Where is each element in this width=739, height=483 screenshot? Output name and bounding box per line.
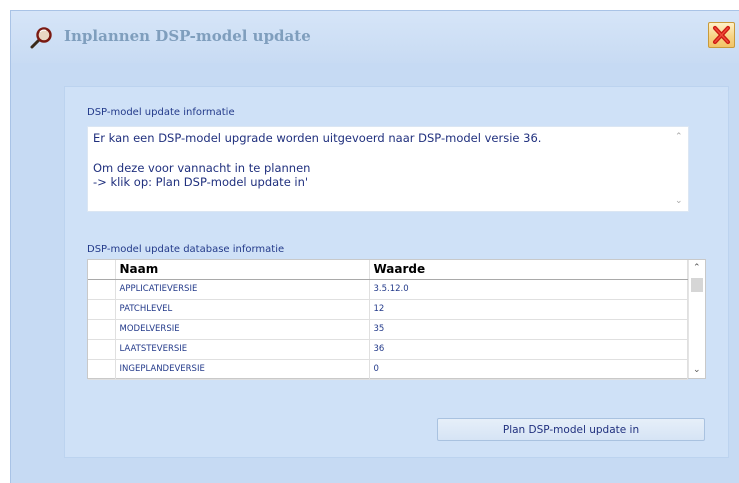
- row-selector[interactable]: [88, 299, 116, 320]
- cell-waarde[interactable]: 36: [369, 339, 688, 360]
- table-row[interactable]: APPLICATIEVERSIE 3.5.12.0: [88, 279, 688, 300]
- info-section-label: DSP-model update informatie: [87, 107, 235, 118]
- scroll-thumb[interactable]: [691, 278, 703, 292]
- dialog-frame: Inplannen DSP-model update DSP-model upd…: [10, 10, 739, 483]
- scroll-up-icon[interactable]: ⌃: [693, 263, 701, 273]
- close-x-icon: [712, 25, 731, 45]
- row-selector[interactable]: [88, 339, 116, 360]
- magnifier-wrench-icon: [27, 25, 57, 51]
- plan-update-button[interactable]: Plan DSP-model update in: [437, 418, 705, 441]
- cell-naam[interactable]: INGEPLANDEVERSIE: [115, 359, 370, 380]
- scroll-down-icon[interactable]: ⌄: [693, 365, 701, 375]
- cell-waarde[interactable]: 12: [369, 299, 688, 320]
- column-header-naam[interactable]: Naam: [115, 260, 370, 280]
- close-button[interactable]: [708, 22, 735, 48]
- cell-naam[interactable]: MODELVERSIE: [115, 319, 370, 340]
- info-line: Er kan een DSP-model upgrade worden uitg…: [93, 131, 542, 145]
- cell-waarde[interactable]: 3.5.12.0: [369, 279, 688, 300]
- cell-naam[interactable]: LAATSTEVERSIE: [115, 339, 370, 360]
- info-scrollbar[interactable]: ⌃ ⌄: [671, 127, 688, 211]
- row-selector[interactable]: [88, 359, 116, 380]
- row-selector[interactable]: [88, 279, 116, 300]
- table-row[interactable]: MODELVERSIE 35: [88, 319, 688, 340]
- cell-naam[interactable]: APPLICATIEVERSIE: [115, 279, 370, 300]
- table-row[interactable]: LAATSTEVERSIE 36: [88, 339, 688, 360]
- row-selector-header: [88, 260, 116, 280]
- content-panel: DSP-model update informatie Er kan een D…: [64, 86, 729, 458]
- grid-scrollbar[interactable]: ⌃ ⌄: [688, 260, 705, 378]
- window-title: Inplannen DSP-model update: [64, 27, 311, 45]
- db-section-label: DSP-model update database informatie: [87, 244, 285, 255]
- db-info-grid: Naam Waarde APPLICATIEVERSIE 3.5.12.0 PA…: [87, 259, 706, 380]
- cell-waarde[interactable]: 35: [369, 319, 688, 340]
- info-textbox[interactable]: Er kan een DSP-model upgrade worden uitg…: [87, 126, 689, 212]
- title-bar: Inplannen DSP-model update: [11, 11, 739, 63]
- cell-waarde[interactable]: 0: [369, 359, 688, 380]
- scroll-up-icon[interactable]: ⌃: [675, 132, 683, 142]
- db-info-table: Naam Waarde APPLICATIEVERSIE 3.5.12.0 PA…: [88, 260, 688, 380]
- table-row[interactable]: PATCHLEVEL 12: [88, 299, 688, 320]
- table-header-row: Naam Waarde: [88, 260, 688, 280]
- cell-naam[interactable]: PATCHLEVEL: [115, 299, 370, 320]
- column-header-waarde[interactable]: Waarde: [369, 260, 688, 280]
- info-line: -> klik op: Plan DSP-model update in': [93, 175, 309, 189]
- row-selector[interactable]: [88, 319, 116, 340]
- info-line: Om deze voor vannacht in te plannen: [93, 161, 311, 175]
- table-row[interactable]: INGEPLANDEVERSIE 0: [88, 359, 688, 380]
- dialog-window: Inplannen DSP-model update DSP-model upd…: [0, 0, 739, 483]
- scroll-down-icon[interactable]: ⌄: [675, 196, 683, 206]
